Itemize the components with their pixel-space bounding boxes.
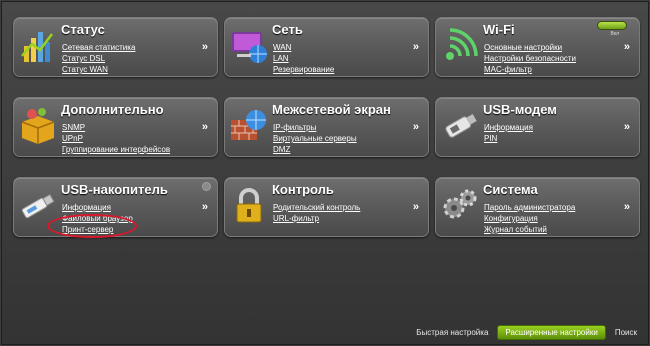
tile-firewall: Межсетевой экран IP-фильтры Виртуальные … <box>224 97 429 157</box>
tile-title: Статус <box>61 22 105 37</box>
tile-usb-modem: USB-модем Информация PIN » <box>435 97 640 157</box>
tile-title: Контроль <box>272 182 334 197</box>
wifi-toggle[interactable] <box>597 21 627 30</box>
link-url-filter[interactable]: URL-фильтр <box>273 214 319 223</box>
tile-advanced: Дополнительно SNMP UPnP Группирование ин… <box>13 97 218 157</box>
link-event-log[interactable]: Журнал событий <box>484 225 547 234</box>
padlock-icon <box>236 188 262 223</box>
link-dmz[interactable]: DMZ <box>273 145 290 154</box>
tile-wifi: Wi-Fi Вкл Основные настройки Настройки б… <box>435 17 640 77</box>
tile-system: Система Пароль администратора Конфигурац… <box>435 177 640 237</box>
network-globe-icon <box>232 32 267 63</box>
firewall-brick-globe-icon <box>231 110 266 140</box>
search-link[interactable]: Поиск <box>610 326 642 339</box>
tile-title: Дополнительно <box>61 102 164 117</box>
expand-chevron[interactable]: » <box>624 121 630 133</box>
tile-title: Межсетевой экран <box>272 102 391 117</box>
expand-chevron[interactable]: » <box>202 201 208 213</box>
annotation-circle <box>47 214 137 238</box>
link-wan-status[interactable]: Статус WAN <box>62 65 108 74</box>
expand-chevron[interactable]: » <box>624 41 630 53</box>
tile-title: Wi-Fi <box>483 22 515 37</box>
tile-status: Статус Сетевая статистика Статус DSL Ста… <box>13 17 218 77</box>
quick-setup-link[interactable]: Быстрая настройка <box>411 326 493 339</box>
wifi-toggle-label: Вкл <box>610 31 620 37</box>
expand-chevron[interactable]: » <box>202 121 208 133</box>
tile-title: USB-накопитель <box>61 182 168 197</box>
link-pin[interactable]: PIN <box>484 134 497 143</box>
footer-nav: Быстрая настройка Расширенные настройки … <box>411 325 642 340</box>
advanced-box-icon <box>21 108 55 144</box>
tile-control: Контроль Родительский контроль URL-фильт… <box>224 177 429 237</box>
link-interface-grouping[interactable]: Группирование интерфейсов <box>62 145 170 154</box>
advanced-settings-button[interactable]: Расширенные настройки <box>497 325 606 340</box>
link-mac-filter[interactable]: MAC-фильтр <box>484 65 532 74</box>
expand-chevron[interactable]: » <box>202 41 208 53</box>
tile-network: Сеть WAN LAN Резервирование » <box>224 17 429 77</box>
status-chart-icon <box>21 32 53 62</box>
wifi-signal-icon <box>446 28 478 60</box>
usb-modem-icon <box>445 114 477 138</box>
expand-chevron[interactable]: » <box>413 41 419 53</box>
tile-title: USB-модем <box>483 102 557 117</box>
link-redundancy[interactable]: Резервирование <box>273 65 334 74</box>
expand-chevron[interactable]: » <box>413 201 419 213</box>
expand-chevron[interactable]: » <box>413 121 419 133</box>
gears-icon <box>443 189 477 219</box>
expand-chevron[interactable]: » <box>624 201 630 213</box>
router-admin-frame: Статус Сетевая статистика Статус DSL Ста… <box>1 1 649 345</box>
status-badge <box>202 182 211 191</box>
tile-title: Сеть <box>272 22 303 37</box>
tile-title: Система <box>483 182 538 197</box>
